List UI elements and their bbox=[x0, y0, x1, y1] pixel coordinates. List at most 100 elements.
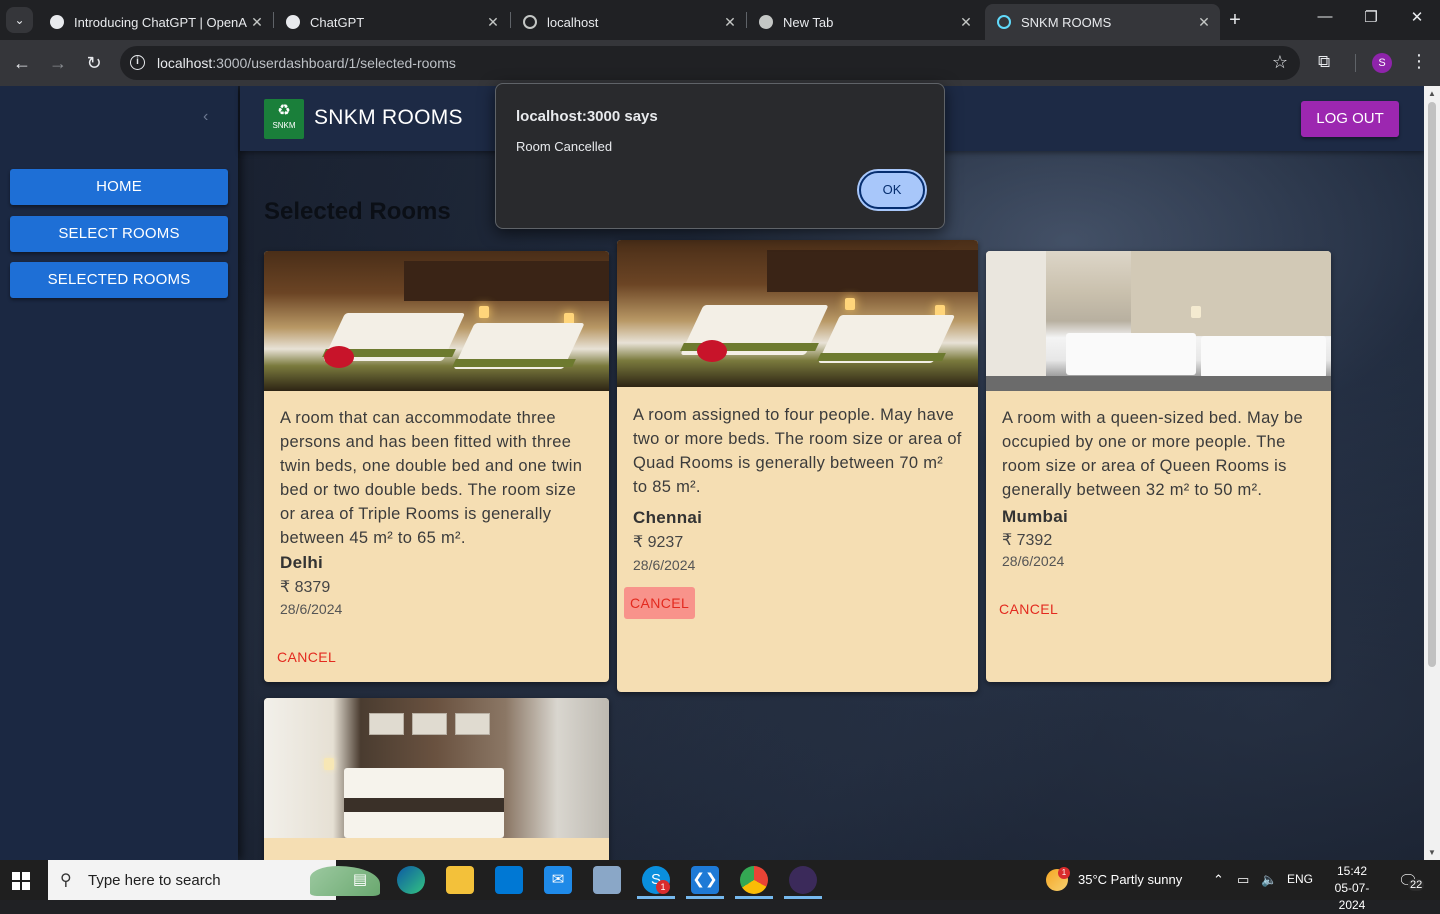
scrollbar-thumb[interactable] bbox=[1428, 102, 1436, 667]
system-clock[interactable]: 15:42 05-07-2024 bbox=[1322, 863, 1382, 914]
menu-kebab-icon[interactable]: ⋮ bbox=[1410, 51, 1428, 72]
dialog-title: localhost:3000 says bbox=[516, 108, 658, 125]
network-icon[interactable]: ▭ bbox=[1237, 872, 1249, 888]
close-tab-icon[interactable]: ✕ bbox=[483, 14, 503, 31]
tab-title: New Tab bbox=[783, 14, 834, 30]
active-app-indicator bbox=[686, 896, 724, 899]
site-info-icon[interactable]: i bbox=[130, 55, 145, 70]
search-placeholder: Type here to search bbox=[88, 872, 221, 889]
bookmark-star-icon[interactable]: ☆ bbox=[1272, 52, 1288, 73]
sidebar-item-selected-rooms[interactable]: SELECTED ROOMS bbox=[10, 262, 228, 298]
openai-icon bbox=[286, 15, 300, 29]
tab-title: localhost bbox=[547, 14, 599, 30]
sidebar-item-select-rooms[interactable]: SELECT ROOMS bbox=[10, 216, 228, 252]
close-tab-icon[interactable]: ✕ bbox=[1194, 14, 1214, 31]
room-city: Delhi bbox=[280, 553, 324, 572]
weather-badge: 1 bbox=[1058, 867, 1070, 879]
chevron-left-icon[interactable]: ‹ bbox=[203, 108, 208, 126]
snkm-logo: ♻ SNKM bbox=[264, 99, 304, 139]
address-bar[interactable]: i localhost:3000/userdashboard/1/selecte… bbox=[120, 46, 1300, 80]
room-price: ₹ 8379 bbox=[280, 579, 331, 596]
task-view-icon[interactable]: ▤ bbox=[346, 866, 374, 894]
forward-icon[interactable]: → bbox=[46, 51, 70, 75]
active-app-indicator bbox=[784, 896, 822, 899]
scroll-down-arrow-icon[interactable]: ▼ bbox=[1424, 848, 1440, 857]
active-app-indicator bbox=[637, 896, 675, 899]
page-scrollbar[interactable]: ▲ ▼ bbox=[1424, 86, 1440, 860]
alert-dialog: localhost:3000 says Room Cancelled OK bbox=[495, 83, 945, 229]
tab-title: Introducing ChatGPT | OpenAI bbox=[74, 14, 247, 30]
skype-badge: 1 bbox=[656, 880, 670, 894]
language-indicator[interactable]: ENG bbox=[1287, 872, 1313, 886]
address-url[interactable]: localhost:3000/userdashboard/1/selected-… bbox=[157, 55, 456, 71]
scroll-up-arrow-icon[interactable]: ▲ bbox=[1424, 89, 1440, 98]
room-photo bbox=[617, 240, 978, 387]
notification-center-icon[interactable]: 🗨 22 bbox=[1398, 869, 1425, 891]
url-host: localhost bbox=[157, 55, 213, 71]
cancel-button[interactable]: CANCEL bbox=[624, 587, 696, 619]
toolbar-separator bbox=[1355, 54, 1356, 72]
new-tab-button[interactable]: + bbox=[1224, 9, 1246, 31]
windows-taskbar: ⚲ Type here to search ▤ ✉ S 1 ❮❯ 1 35°C … bbox=[0, 860, 1440, 912]
extensions-icon[interactable]: ⧉ bbox=[1318, 52, 1330, 72]
cancel-button[interactable]: CANCEL bbox=[271, 641, 342, 673]
sidebar-item-home[interactable]: HOME bbox=[10, 169, 228, 205]
room-card bbox=[264, 698, 609, 860]
close-window-icon[interactable]: ✕ bbox=[1402, 8, 1432, 26]
room-photo bbox=[264, 698, 609, 838]
close-tab-icon[interactable]: ✕ bbox=[247, 14, 267, 31]
room-description: A room with a queen-sized bed. May be oc… bbox=[1002, 409, 1303, 499]
tab-new-tab[interactable]: New Tab ✕ bbox=[747, 4, 982, 40]
room-city: Chennai bbox=[633, 508, 703, 527]
weather-text[interactable]: 35°C Partly sunny bbox=[1078, 872, 1182, 887]
tab-search-button[interactable]: ⌄ bbox=[6, 7, 33, 33]
room-photo bbox=[264, 251, 609, 391]
browser-toolbar: ← → ↻ i localhost:3000/userdashboard/1/s… bbox=[0, 40, 1440, 86]
clock-date: 05-07-2024 bbox=[1334, 881, 1370, 912]
search-icon: ⚲ bbox=[60, 872, 72, 889]
room-description: A room assigned to four people. May have… bbox=[633, 406, 962, 496]
logout-button[interactable]: LOG OUT bbox=[1301, 101, 1399, 137]
close-tab-icon[interactable]: ✕ bbox=[720, 14, 740, 31]
room-date: 28/6/2024 bbox=[1002, 553, 1065, 569]
room-description: A room that can accommodate three person… bbox=[280, 409, 583, 547]
react-icon bbox=[997, 15, 1011, 29]
vscode-icon[interactable]: ❮❯ bbox=[691, 866, 719, 894]
tab-localhost[interactable]: localhost ✕ bbox=[511, 4, 746, 40]
close-tab-icon[interactable]: ✕ bbox=[956, 14, 976, 31]
chrome-icon[interactable] bbox=[740, 866, 768, 894]
tab-snkm-rooms[interactable]: SNKM ROOMS ✕ bbox=[985, 4, 1220, 40]
minimize-icon[interactable]: — bbox=[1310, 8, 1340, 25]
active-app-indicator bbox=[735, 896, 773, 899]
browser-tab-bar: ⌄ Introducing ChatGPT | OpenAI ✕ ChatGPT… bbox=[0, 0, 1440, 40]
logo-text: SNKM bbox=[272, 121, 296, 130]
taskbar-search-box[interactable]: ⚲ Type here to search bbox=[48, 860, 380, 900]
tab-title: SNKM ROOMS bbox=[1021, 14, 1112, 30]
tab-introducing-chatgpt[interactable]: Introducing ChatGPT | OpenAI ✕ bbox=[38, 4, 273, 40]
page-title: Selected Rooms bbox=[264, 198, 451, 225]
room-card: A room that can accommodate three person… bbox=[264, 251, 609, 682]
volume-muted-icon[interactable]: 🔈 bbox=[1261, 872, 1277, 888]
room-card: A room assigned to four people. May have… bbox=[617, 240, 978, 692]
room-card: A room with a queen-sized bed. May be oc… bbox=[986, 251, 1331, 682]
restore-icon[interactable]: ❐ bbox=[1356, 8, 1386, 26]
tab-chatgpt[interactable]: ChatGPT ✕ bbox=[274, 4, 509, 40]
app-icon[interactable] bbox=[593, 866, 621, 894]
room-city: Mumbai bbox=[1002, 507, 1069, 526]
dialog-ok-button[interactable]: OK bbox=[859, 171, 925, 209]
file-explorer-icon[interactable] bbox=[446, 866, 474, 894]
clock-time: 15:42 bbox=[1336, 864, 1368, 878]
profile-avatar[interactable]: S bbox=[1372, 53, 1392, 73]
store-icon[interactable] bbox=[495, 866, 523, 894]
reload-icon[interactable]: ↻ bbox=[82, 51, 106, 75]
back-icon[interactable]: ← bbox=[10, 51, 34, 75]
app-icon[interactable] bbox=[789, 866, 817, 894]
mail-icon[interactable]: ✉ bbox=[544, 866, 572, 894]
cancel-button[interactable]: CANCEL bbox=[993, 593, 1064, 625]
show-hidden-icons-icon[interactable]: ⌃ bbox=[1213, 872, 1224, 888]
room-price: ₹ 9237 bbox=[633, 534, 684, 551]
edge-icon[interactable] bbox=[397, 866, 425, 894]
windows-start-icon[interactable] bbox=[12, 872, 30, 890]
logo-emblem-icon: ♻ bbox=[277, 102, 291, 119]
room-date: 28/6/2024 bbox=[280, 601, 343, 617]
